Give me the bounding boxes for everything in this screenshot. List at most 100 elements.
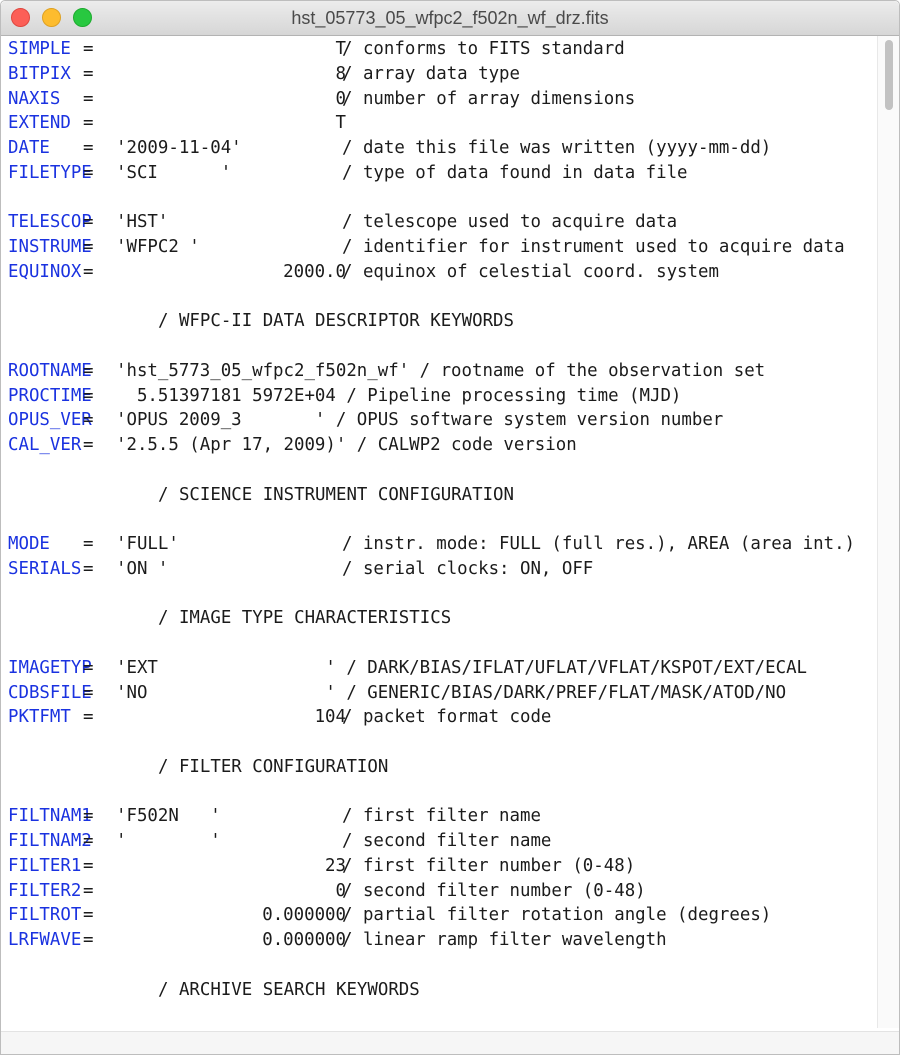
header-card-line: TELESCOP = 'HST' / telescope used to acquir… bbox=[1, 209, 877, 234]
keyword-name: EXTEND bbox=[8, 113, 71, 134]
equals-sign: = bbox=[83, 261, 94, 282]
keyword-name: EQUINOX bbox=[8, 261, 82, 282]
section-heading-line: / FILTER CONFIGURATION bbox=[1, 754, 877, 779]
string-value: 'HST' bbox=[116, 212, 169, 233]
keyword-name: PROCTIME bbox=[8, 385, 92, 406]
header-card-line: EXTEND = T bbox=[1, 110, 877, 135]
header-card-line: FILTROT = 0.000000/ partial filter rotatio… bbox=[1, 902, 877, 927]
string-value: 'WFPC2 ' bbox=[116, 237, 200, 257]
equals-sign: = bbox=[83, 63, 94, 84]
keyword-name: IMAGETYP bbox=[8, 657, 92, 678]
card-value-and-comment: 5.51397181 5972E+04 / Pipeline processin… bbox=[116, 385, 682, 406]
header-card-line: PROCTIME = 5.51397181 5972E+04 / Pipeline… bbox=[1, 383, 877, 408]
string-value: 'F502N ' bbox=[116, 806, 221, 827]
card-comment: / packet format code bbox=[342, 707, 552, 728]
keyword-name: BITPIX bbox=[8, 63, 71, 84]
string-value: 'ON ' bbox=[116, 558, 169, 579]
card-comment: / partial filter rotation angle (degrees… bbox=[342, 905, 772, 926]
keyword-name: SIMPLE bbox=[8, 39, 71, 59]
section-heading-line: / IMAGE TYPE CHARACTERISTICS bbox=[1, 605, 877, 630]
fits-viewer-window: hst_05773_05_wfpc2_f502n_wf_drz.fits SIM… bbox=[0, 0, 900, 1055]
string-value: 'FULL' bbox=[116, 534, 179, 554]
header-card-line: LRFWAVE = 0.000000/ linear ramp filter wav… bbox=[1, 927, 877, 952]
section-heading: / WFPC-II DATA DESCRIPTOR KEYWORDS bbox=[158, 311, 514, 332]
keyword-name: DATE bbox=[8, 138, 50, 158]
equals-sign: = bbox=[83, 435, 94, 455]
card-comment: / array data type bbox=[342, 63, 520, 84]
equals-sign: = bbox=[83, 360, 94, 381]
equals-sign: = bbox=[83, 138, 94, 158]
equals-sign: = bbox=[83, 212, 94, 233]
section-heading: / FILTER CONFIGURATION bbox=[158, 756, 389, 777]
header-card-line: ROOTNAME = 'hst_5773_05_wfpc2_f502n_wf' / … bbox=[1, 358, 877, 383]
equals-sign: = bbox=[83, 707, 94, 728]
equals-sign: = bbox=[83, 558, 94, 579]
horizontal-scrollbar-area[interactable] bbox=[1, 1031, 899, 1054]
scrollbar-thumb[interactable] bbox=[885, 40, 893, 110]
equals-sign: = bbox=[83, 930, 94, 950]
card-value-and-comment: 'NO ' / GENERIC/BIAS/DARK/PREF/FLAT/MASK… bbox=[116, 682, 787, 703]
header-card-line: CAL_VER = '2.5.5 (Apr 17, 2009)' / CALWP2 … bbox=[1, 432, 877, 457]
section-heading: / SCIENCE INSTRUMENT CONFIGURATION bbox=[158, 484, 514, 505]
numeric-value: 0.000000 bbox=[262, 930, 346, 950]
numeric-value: 0.000000 bbox=[262, 905, 346, 926]
keyword-name: FILTNAM1 bbox=[8, 806, 92, 827]
keyword-name: NAXIS bbox=[8, 88, 61, 109]
section-heading-line: / SCIENCE INSTRUMENT CONFIGURATION bbox=[1, 482, 877, 507]
equals-sign: = bbox=[83, 806, 94, 827]
card-comment: / number of array dimensions bbox=[342, 88, 636, 109]
equals-sign: = bbox=[83, 905, 94, 926]
card-comment: / identifier for instrument used to acqu… bbox=[342, 237, 845, 257]
numeric-value: T bbox=[335, 113, 346, 134]
keyword-name: LRFWAVE bbox=[8, 930, 82, 950]
card-comment: / instr. mode: FULL (full res.), AREA (a… bbox=[342, 534, 856, 554]
title-bar[interactable]: hst_05773_05_wfpc2_f502n_wf_drz.fits bbox=[1, 1, 899, 36]
section-heading: / IMAGE TYPE CHARACTERISTICS bbox=[158, 608, 452, 629]
header-card-line: NAXIS = 0/ number of array dimensions bbox=[1, 86, 877, 111]
card-comment: / equinox of celestial coord. system bbox=[342, 261, 719, 282]
header-card-line: DATE = '2009-11-04' / date this file was wr… bbox=[1, 135, 877, 160]
vertical-scrollbar[interactable] bbox=[877, 36, 899, 1028]
card-comment: / first filter name bbox=[342, 806, 541, 827]
card-comment: / date this file was written (yyyy-mm-dd… bbox=[342, 138, 772, 158]
header-card-line: FILTNAM2 = ' ' / second filter name bbox=[1, 828, 877, 853]
window-title: hst_05773_05_wfpc2_f502n_wf_drz.fits bbox=[291, 8, 609, 28]
equals-sign: = bbox=[83, 855, 94, 876]
card-comment: / telescope used to acquire data bbox=[342, 212, 678, 233]
card-value-and-comment: 'OPUS 2009_3 ' / OPUS software system ve… bbox=[116, 410, 724, 431]
keyword-name: TELESCOP bbox=[8, 212, 92, 233]
equals-sign: = bbox=[83, 831, 94, 851]
keyword-name: INSTRUME bbox=[8, 237, 92, 257]
keyword-name: FILTER1 bbox=[8, 855, 82, 876]
equals-sign: = bbox=[83, 39, 94, 59]
card-comment: / linear ramp filter wavelength bbox=[342, 930, 667, 950]
header-card-line: PKTFMT = 104/ packet format code bbox=[1, 704, 877, 729]
header-card-line: FILTER2 = 0/ second filter number (0-48) bbox=[1, 878, 877, 903]
header-card-line: FILTER1 = 23/ first filter number (0-48) bbox=[1, 853, 877, 878]
section-heading: / ARCHIVE SEARCH KEYWORDS bbox=[158, 979, 420, 1000]
keyword-name: PKTFMT bbox=[8, 707, 71, 728]
keyword-name: FILTER2 bbox=[8, 880, 82, 901]
string-value: ' ' bbox=[116, 831, 221, 851]
header-card-line: SERIALS = 'ON ' / serial clocks: ON, OFF bbox=[1, 556, 877, 581]
fits-header-text[interactable]: SIMPLE = T / conforms to FITS standard BITPI… bbox=[1, 36, 877, 1054]
header-card-line: CDBSFILE = 'NO ' / GENERIC/BIAS/DARK/PREF/… bbox=[1, 680, 877, 705]
keyword-name: ROOTNAME bbox=[8, 360, 92, 381]
keyword-name: FILETYPE bbox=[8, 162, 92, 183]
equals-sign: = bbox=[83, 410, 94, 431]
header-card-line: INSTRUME = 'WFPC2 ' / identifier for instru… bbox=[1, 234, 877, 259]
card-comment: / serial clocks: ON, OFF bbox=[342, 558, 594, 579]
keyword-name: FILTNAM2 bbox=[8, 831, 92, 851]
keyword-name: SERIALS bbox=[8, 558, 82, 579]
header-card-line: FILTNAM1 = 'F502N ' / first filter name bbox=[1, 803, 877, 828]
equals-sign: = bbox=[83, 237, 94, 257]
card-comment: / type of data found in data file bbox=[342, 162, 688, 183]
card-comment: / first filter number (0-48) bbox=[342, 855, 636, 876]
equals-sign: = bbox=[83, 657, 94, 678]
